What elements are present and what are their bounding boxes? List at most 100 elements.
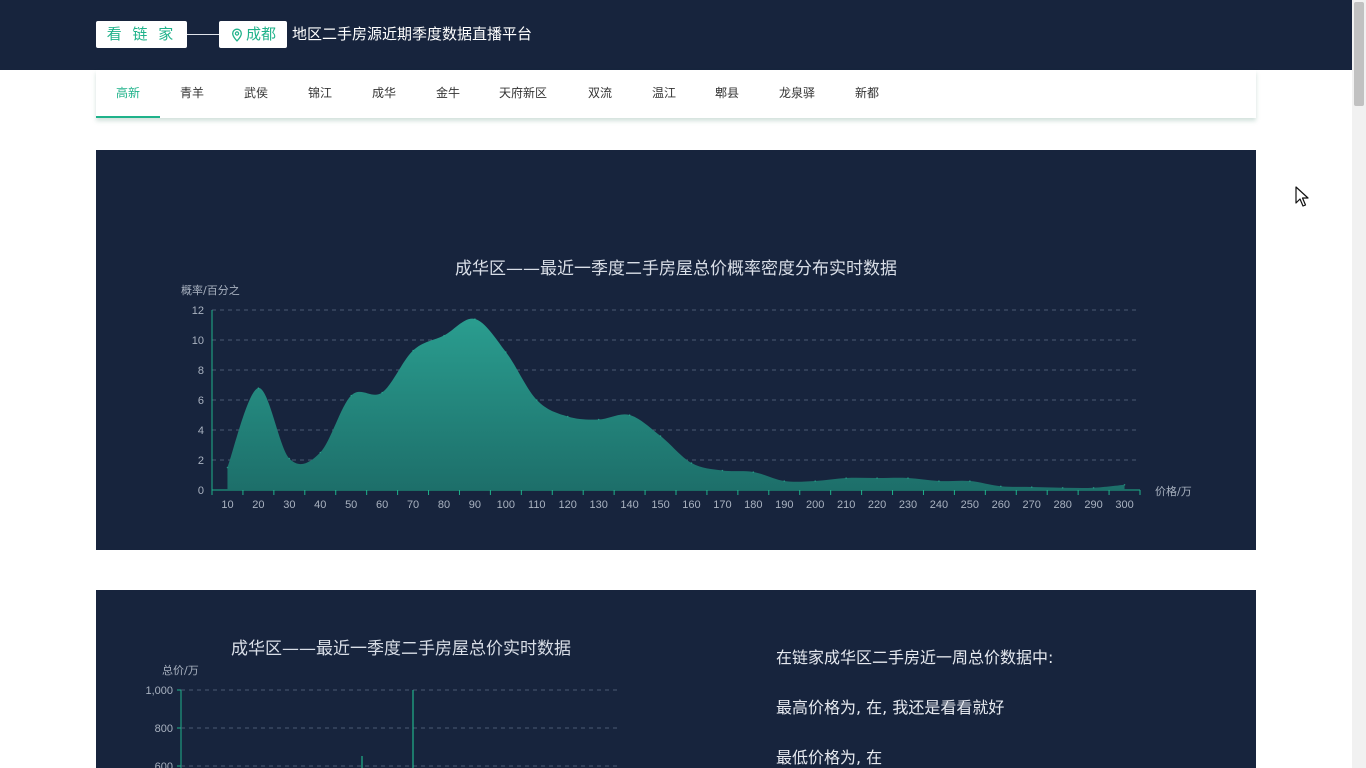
x-tick-label: 60 <box>376 499 388 511</box>
summary-max-price: 最高价格为, 在, 我还是看看就好 <box>776 698 1005 717</box>
y-tick-label: 10 <box>192 335 204 347</box>
page-scrollbar[interactable] <box>1352 0 1366 768</box>
tab-qingyang[interactable]: 青羊 <box>160 70 224 118</box>
y-tick-label: 0 <box>198 485 204 497</box>
data-point <box>938 480 940 482</box>
data-point <box>381 391 383 394</box>
density-chart: 0 2 4 6 8 10 12 10 20 30 40 50 60 70 80 90 100 110 120 130 1… <box>192 305 1141 511</box>
data-point <box>752 471 755 473</box>
data-point <box>505 351 507 353</box>
x-tick-label: 130 <box>589 499 607 511</box>
data-point <box>814 480 816 482</box>
data-point <box>628 414 631 416</box>
tab-wenjiang[interactable]: 温江 <box>634 70 694 118</box>
brand-logo[interactable]: 看 链 家 <box>96 21 187 48</box>
data-point <box>1092 486 1095 489</box>
x-tick-label: 160 <box>682 499 700 511</box>
data-point <box>721 469 724 472</box>
x-tick-label: 40 <box>314 499 326 511</box>
x-tick-label: 270 <box>1023 499 1041 511</box>
tab-tianfu-xinqu[interactable]: 天府新区 <box>480 70 566 118</box>
x-tick-label: 80 <box>438 499 450 511</box>
tab-shuangliu[interactable]: 双流 <box>566 70 634 118</box>
x-tick-label: 290 <box>1084 499 1102 511</box>
x-tick-label: 190 <box>775 499 793 511</box>
y-tick-label: 800 <box>155 723 173 735</box>
summary-intro: 在链家成华区二手房近一周总价数据中: <box>776 648 1054 667</box>
site-title: 地区二手房源近期季度数据直播平台 <box>292 25 533 43</box>
data-point <box>257 387 260 389</box>
tab-pixian[interactable]: 郫县 <box>694 70 760 118</box>
data-point <box>783 480 786 482</box>
data-point <box>1000 485 1002 488</box>
y-tick-label: 12 <box>192 305 204 317</box>
x-tick-label: 280 <box>1053 499 1071 511</box>
x-tick-label: 20 <box>252 499 264 511</box>
x-tick-label: 170 <box>713 499 731 511</box>
tab-wuhou[interactable]: 武侯 <box>224 70 288 118</box>
x-tick-label: 250 <box>961 499 979 511</box>
location-pin-icon <box>232 28 242 42</box>
data-point <box>1030 486 1033 488</box>
data-point <box>1123 483 1126 486</box>
data-point <box>876 477 878 479</box>
x-tick-label: 240 <box>930 499 948 511</box>
tab-gaoxin[interactable]: 高新 <box>96 70 160 118</box>
x-tick-label: 100 <box>497 499 515 511</box>
y-tick-label: 1,000 <box>145 685 173 697</box>
y-tick-label: 600 <box>155 761 173 768</box>
density-area-series <box>227 318 1125 490</box>
tab-longquanyi[interactable]: 龙泉驿 <box>760 70 834 118</box>
data-point <box>412 349 414 352</box>
x-tick-label: 90 <box>469 499 481 511</box>
x-tick-label: 150 <box>651 499 669 511</box>
y-tick-label: 4 <box>198 425 204 437</box>
district-tab-bar: 高新 青羊 武侯 锦江 成华 金牛 天府新区 双流 温江 郫县 龙泉驿 新都 <box>96 70 1256 118</box>
data-point <box>969 480 971 482</box>
summary-min-price: 最低价格为, 在 <box>776 748 883 767</box>
price-bar-chart: 600 800 1,000 <box>145 685 618 768</box>
data-point <box>845 477 847 479</box>
data-point <box>1061 486 1064 489</box>
x-tick-label: 70 <box>407 499 419 511</box>
x-tick-label: 210 <box>837 499 855 511</box>
data-point <box>443 334 445 337</box>
tab-chenghua[interactable]: 成华 <box>352 70 416 118</box>
x-tick-label: 180 <box>744 499 762 511</box>
y-tick-label: 2 <box>198 455 204 467</box>
header-connector-line <box>187 34 219 35</box>
data-point <box>566 415 569 418</box>
city-name: 成都 <box>245 25 276 43</box>
x-tick-label: 260 <box>992 499 1010 511</box>
data-point <box>907 477 909 479</box>
data-point <box>690 462 693 464</box>
tab-jinniu[interactable]: 金牛 <box>416 70 480 118</box>
tab-jinjiang[interactable]: 锦江 <box>288 70 352 118</box>
data-point <box>597 418 600 421</box>
data-point <box>226 466 229 469</box>
data-point <box>319 451 322 454</box>
x-tick-label: 120 <box>559 499 577 511</box>
y-tick-label: 6 <box>198 395 204 407</box>
x-tick-label: 300 <box>1115 499 1133 511</box>
data-point <box>474 318 476 320</box>
x-tick-label: 140 <box>620 499 638 511</box>
x-tick-label: 10 <box>221 499 233 511</box>
x-tick-label: 230 <box>899 499 917 511</box>
scrollbar-thumb[interactable] <box>1354 2 1364 106</box>
x-tick-label: 200 <box>806 499 824 511</box>
data-point <box>288 457 291 460</box>
x-tick-label: 220 <box>868 499 886 511</box>
x-tick-label: 110 <box>528 499 546 511</box>
tab-xindu[interactable]: 新都 <box>834 70 900 118</box>
city-selector[interactable]: 成都 <box>219 21 287 48</box>
price-summary-panel: 成华区——最近一季度二手房屋总价实时数据 总价/万 600 800 1,000 在链… <box>96 590 1256 768</box>
x-tick-label: 30 <box>283 499 295 511</box>
density-chart-panel: 成华区——最近一季度二手房屋总价概率密度分布实时数据 概率/百分之 价格/万 0… <box>96 150 1256 550</box>
data-point <box>659 435 662 437</box>
x-tick-label: 50 <box>345 499 357 511</box>
y-tick-label: 8 <box>198 365 204 377</box>
top-header: 看 链 家 成都 地区二手房源近期季度数据直播平台 <box>0 0 1352 70</box>
mouse-cursor-icon <box>1295 186 1309 207</box>
data-point <box>350 394 352 397</box>
